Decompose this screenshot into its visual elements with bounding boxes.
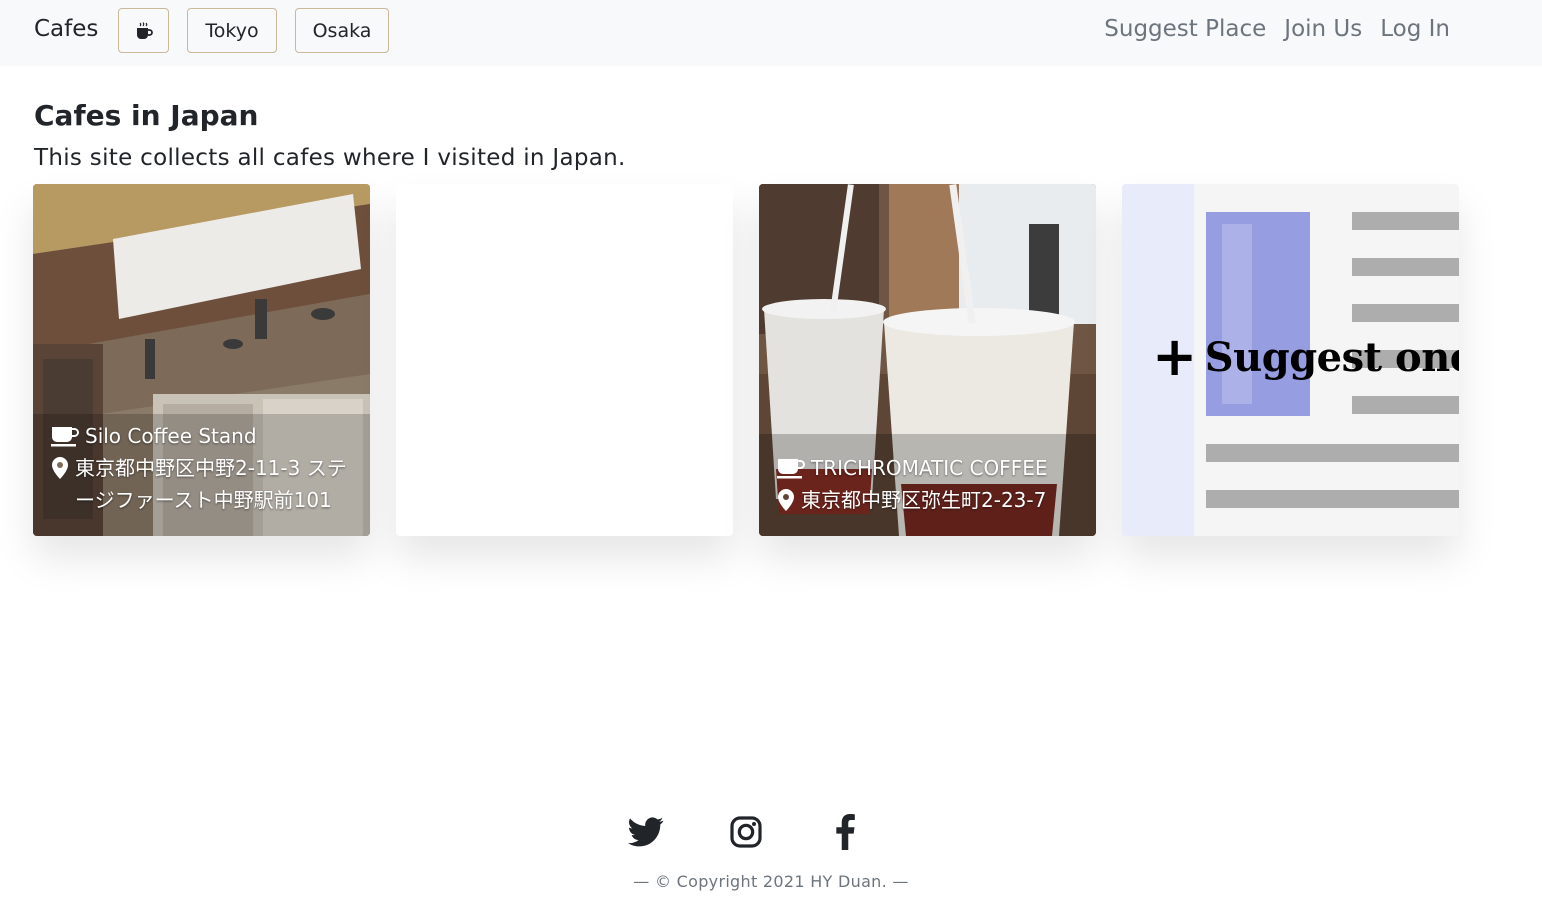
log-in-link[interactable]: Log In [1380,16,1450,42]
page-title: Cafes in Japan [34,99,259,132]
city-button-tokyo[interactable]: Tokyo [187,8,277,53]
cafe-address: 東京都中野区中野2-11-3 ステージファースト中野駅前101 [75,456,347,512]
cafe-card-blank[interactable] [396,184,733,536]
cafe-card-silo[interactable]: Silo Coffee Stand 東京都中野区中野2-11-3 ステージファー… [33,184,370,536]
facebook-icon [836,814,855,850]
map-pin-icon [778,489,794,511]
cafe-info: TRICHROMATIC COFFEE 東京都中野区弥生町2-23-7 [777,452,1082,516]
suggest-one-label: + Suggest one [1152,325,1459,388]
twitter-link[interactable] [626,812,666,852]
plus-icon: + [1152,325,1197,388]
twitter-icon [628,817,664,847]
cafe-name: TRICHROMATIC COFFEE [811,456,1048,480]
suggest-card[interactable]: + Suggest one [1122,184,1459,536]
cafe-info: Silo Coffee Stand 東京都中野区中野2-11-3 ステージファー… [51,420,356,516]
cafe-card-trichromatic[interactable]: TRICHROMATIC COFFEE 東京都中野区弥生町2-23-7 [759,184,1096,536]
page-subtitle: This site collects all cafes where I vis… [34,145,626,171]
cafe-name: Silo Coffee Stand [85,424,257,448]
map-pin-icon [52,457,68,479]
nav-links: Suggest Place Join Us Log In [1104,16,1450,42]
instagram-link[interactable] [726,812,766,852]
suggest-place-link[interactable]: Suggest Place [1104,16,1266,42]
copyright-text: — © Copyright 2021 HY Duan. — [633,872,909,891]
join-us-link[interactable]: Join Us [1284,16,1362,42]
top-navbar: Cafes Tokyo Osaka Suggest Place Join Us … [0,0,1542,66]
mug-icon [777,459,805,479]
coffee-cup-icon [136,21,153,39]
facebook-link[interactable] [825,812,865,852]
coffee-button[interactable] [118,8,169,53]
cafe-address: 東京都中野区弥生町2-23-7 [801,488,1047,512]
brand-link[interactable]: Cafes [34,16,98,42]
mug-icon [51,427,79,447]
instagram-icon [730,816,762,848]
city-button-osaka[interactable]: Osaka [295,8,389,53]
